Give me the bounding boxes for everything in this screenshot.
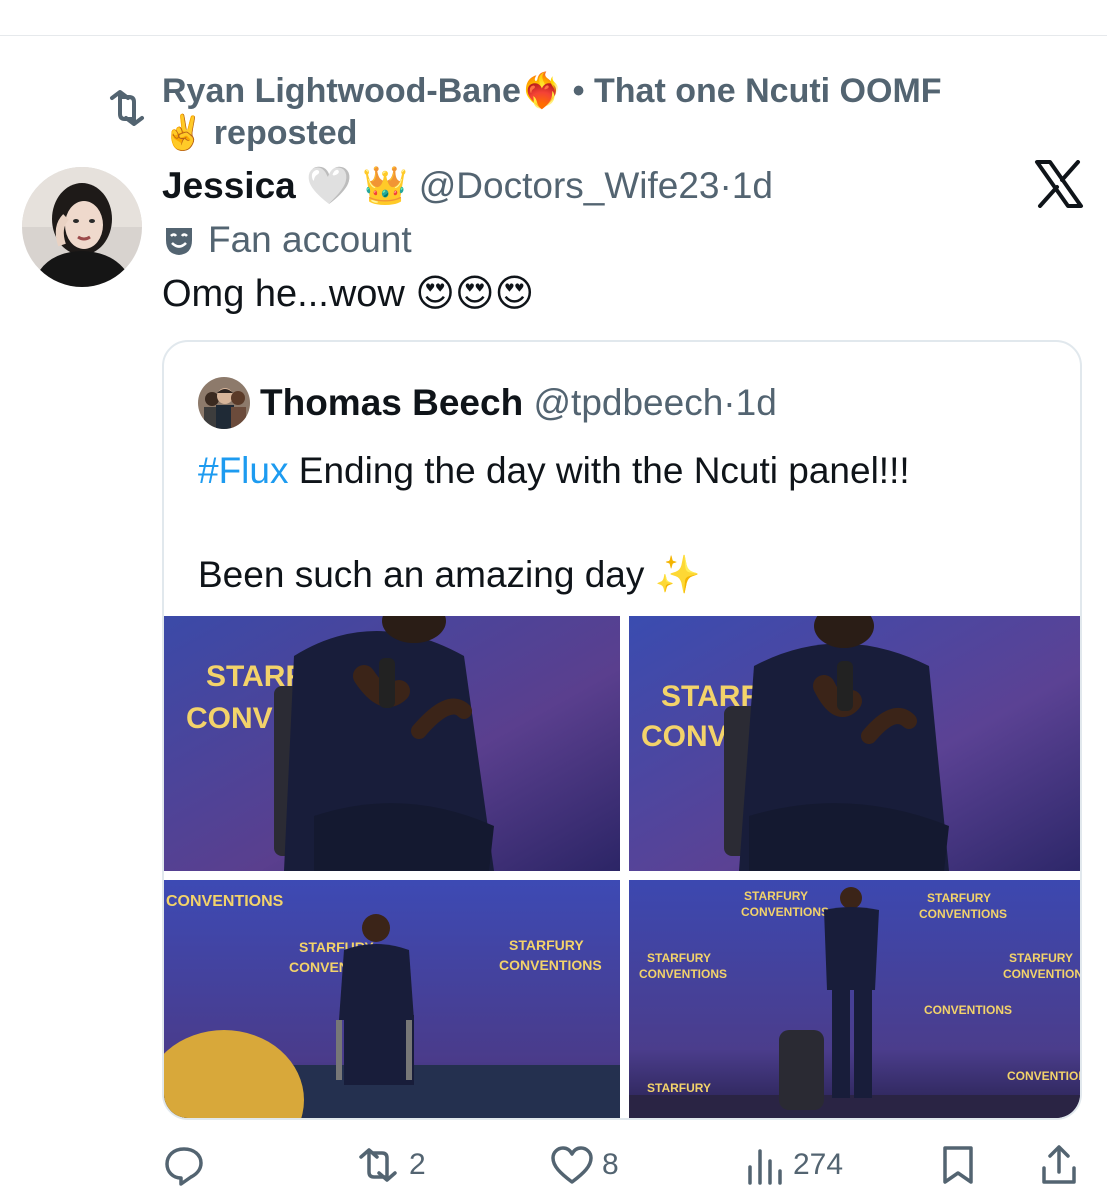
quote-tweet-card[interactable]: Thomas Beech @tpdbeech·1d #Flux Ending t… [162, 340, 1082, 1120]
views-count: 274 [793, 1148, 844, 1181]
photo-banner-text: CONVENTIONS [499, 957, 602, 973]
repost-button[interactable]: 2 [355, 1140, 426, 1190]
quote-text: #Flux Ending the day with the Ncuti pane… [198, 445, 1058, 601]
reply-icon [163, 1144, 205, 1186]
avatar[interactable] [22, 167, 142, 287]
tweet-text: Omg he...wow 😍😍😍 [162, 273, 535, 315]
photo-banner-text: STARFURY [744, 889, 808, 903]
quote-separator-dot: · [723, 382, 736, 423]
fan-account-label: Fan account [162, 217, 412, 263]
separator-dot: · [719, 165, 732, 206]
quote-line-1: Ending the day with the Ncuti panel!!! [288, 450, 910, 491]
photo-4[interactable]: STARFURY CONVENTIONS STARFURY CONVENTION… [629, 880, 1082, 1118]
reposted-label: reposted [213, 114, 358, 152]
author-badges: 🤍 👑 [306, 165, 409, 206]
reposter-name[interactable]: Ryan Lightwood-Bane❤️‍🔥 • That one Ncuti… [162, 72, 942, 110]
share-button[interactable] [1040, 1140, 1078, 1190]
photo-banner-text: STARFURY [1009, 951, 1073, 965]
photo-banner-text: STARFURY [509, 937, 584, 953]
photo-banner-text: CONVENTIONS [166, 893, 284, 910]
repost-icon [104, 88, 150, 128]
top-divider [0, 35, 1107, 36]
repost-icon [355, 1145, 401, 1185]
theater-masks-icon [162, 223, 196, 257]
like-count: 8 [602, 1148, 619, 1181]
tweet-author-row: Jessica 🤍 👑 @Doctors_Wife23·1d [162, 163, 773, 209]
photo-banner-text: CONVENTIONS [741, 905, 829, 919]
photo-banner-text: CONVENTIONS [639, 967, 727, 981]
views-button[interactable]: 274 [745, 1140, 843, 1190]
bookmark-button[interactable] [940, 1140, 976, 1190]
tweet-action-bar: 2 8 274 [0, 1140, 1107, 1190]
quote-author-row: Thomas Beech @tpdbeech·1d [260, 380, 777, 426]
like-button[interactable]: 8 [550, 1140, 619, 1190]
photo-banner-text: CONVENTIONS [919, 907, 1007, 921]
photo-banner-text: STARFURY [647, 951, 711, 965]
photo-banner-text: CONVENTIONS [1003, 967, 1082, 981]
repost-count: 2 [409, 1148, 426, 1181]
quote-time[interactable]: 1d [736, 382, 777, 423]
share-icon [1040, 1144, 1078, 1186]
quote-author-name[interactable]: Thomas Beech [260, 382, 523, 423]
views-icon [745, 1145, 785, 1185]
photo-banner-text: STARFURY [647, 1081, 711, 1095]
tweet-time[interactable]: 1d [732, 165, 773, 206]
hashtag-link[interactable]: #Flux [198, 450, 288, 491]
photo-banner-text: STARFURY [927, 891, 991, 905]
photo-banner-text: CONVENTIONS [1007, 1069, 1082, 1083]
photo-banner-text: CONVENTIONS [924, 1003, 1012, 1017]
fan-account-text: Fan account [208, 219, 412, 260]
repost-label[interactable]: Ryan Lightwood-Bane❤️‍🔥 • That one Ncuti… [162, 70, 1002, 154]
like-icon [550, 1145, 594, 1185]
bookmark-icon [940, 1144, 976, 1186]
author-handle[interactable]: @Doctors_Wife23 [419, 165, 720, 206]
quote-avatar[interactable] [198, 377, 250, 429]
reposter-emoji: ✌️ [162, 114, 205, 152]
quote-author-handle[interactable]: @tpdbeech [533, 382, 723, 423]
x-logo-icon[interactable] [1034, 160, 1084, 208]
quote-line-2: Been such an amazing day ✨ [198, 554, 701, 595]
reply-button[interactable] [163, 1140, 213, 1190]
photo-1[interactable]: STARFURY CONVENTIONS [164, 616, 620, 871]
author-name[interactable]: Jessica [162, 165, 296, 206]
photo-2[interactable]: STARFURY CONVENTIONS [629, 616, 1080, 871]
photo-3[interactable]: CONVENTIONS STARFURY CONVENTIONS STARFUR… [164, 880, 620, 1118]
